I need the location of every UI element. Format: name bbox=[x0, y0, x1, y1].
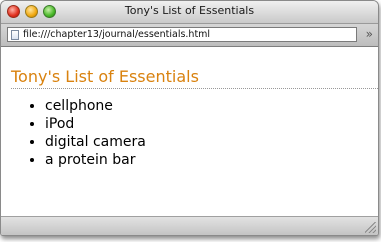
page-heading: Tony's List of Essentials bbox=[11, 67, 378, 89]
list-item: cellphone bbox=[45, 97, 378, 115]
window-title: Tony's List of Essentials bbox=[124, 4, 255, 17]
title-bar[interactable]: Tony's List of Essentials bbox=[1, 1, 378, 24]
toolbar-overflow-icon[interactable]: » bbox=[366, 27, 373, 41]
page-icon bbox=[11, 29, 19, 40]
essentials-list: cellphone iPod digital camera a protein … bbox=[1, 97, 378, 169]
list-item: a protein bar bbox=[45, 151, 378, 169]
list-item: digital camera bbox=[45, 133, 378, 151]
address-bar[interactable]: file:///chapter13/journal/essentials.htm… bbox=[7, 27, 357, 42]
list-item: iPod bbox=[45, 115, 378, 133]
status-bar bbox=[1, 216, 378, 235]
address-toolbar: file:///chapter13/journal/essentials.htm… bbox=[1, 24, 378, 47]
resize-grip-icon[interactable] bbox=[365, 222, 376, 233]
page-content: Tony's List of Essentials cellphone iPod… bbox=[1, 47, 378, 217]
address-url[interactable]: file:///chapter13/journal/essentials.htm… bbox=[23, 29, 210, 40]
browser-window: Tony's List of Essentials file:///chapte… bbox=[0, 0, 379, 236]
